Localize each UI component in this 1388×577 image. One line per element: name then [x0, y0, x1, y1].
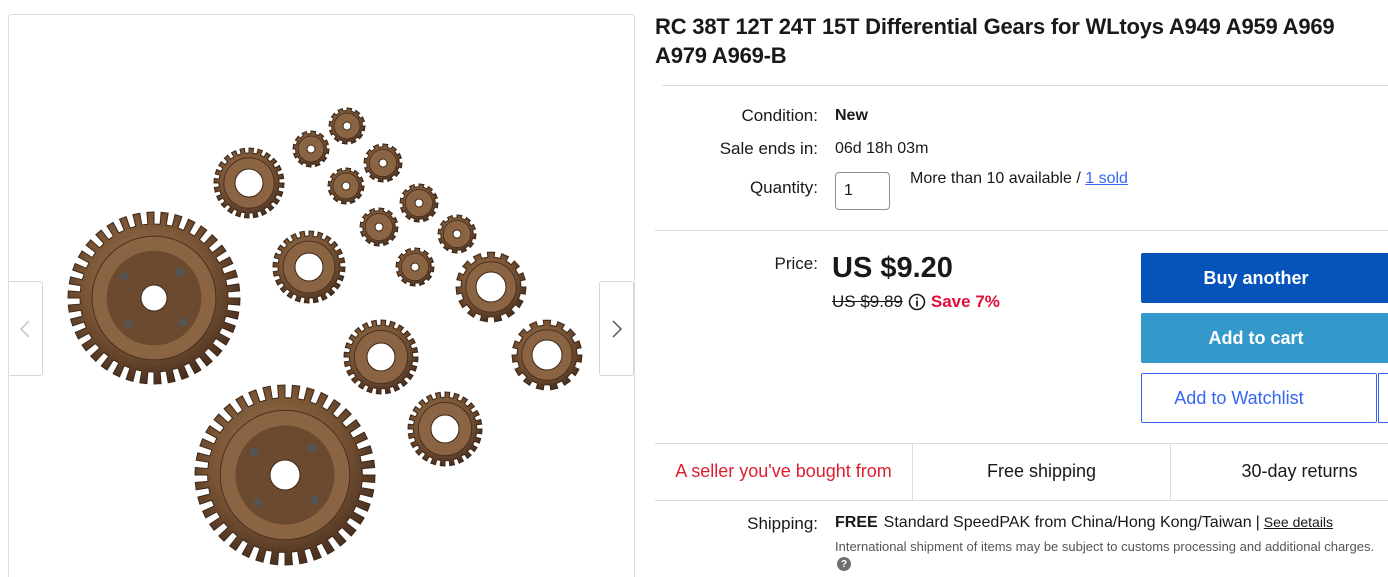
chevron-left-icon	[19, 319, 30, 338]
quantity-label: Quantity:	[749, 178, 818, 197]
info-icon[interactable]	[908, 293, 926, 311]
condition-value: New	[835, 107, 868, 124]
next-image-button[interactable]	[599, 281, 634, 376]
gear-shape	[414, 198, 424, 208]
was-price: US $9.89	[832, 292, 903, 311]
was-price-row: US $9.89 Save 7%	[832, 292, 1000, 312]
gear-shape	[310, 495, 320, 505]
gear-shape	[123, 319, 133, 329]
gear-shape	[378, 158, 388, 168]
condition-label: Condition:	[741, 106, 818, 125]
shipping-free: FREE	[835, 514, 878, 531]
price: US $9.20	[832, 252, 953, 284]
gear-shape	[140, 284, 168, 312]
highlight-free-shipping: Free shipping	[912, 443, 1170, 500]
gear-shape	[175, 267, 185, 277]
divider	[655, 500, 1388, 501]
listing-title: RC 38T 12T 24T 15T Differential Gears fo…	[655, 14, 1335, 68]
gear-shape	[178, 317, 187, 327]
gear-shape	[234, 168, 264, 198]
buy-another-button[interactable]: Buy another	[1141, 253, 1388, 303]
gear-shape	[253, 497, 263, 507]
highlight-returns: 30-day returns	[1170, 443, 1388, 500]
gear-shape	[307, 443, 317, 453]
divider	[662, 85, 1388, 86]
gear-shape	[294, 252, 324, 282]
sale-ends-label: Sale ends in:	[719, 139, 818, 158]
add-to-cart-button[interactable]: Add to cart	[1141, 313, 1388, 363]
chevron-right-icon	[611, 319, 622, 338]
gear-shape	[306, 144, 316, 154]
cut-off-line	[835, 573, 1015, 577]
gear-shape	[119, 272, 129, 281]
image-gallery	[8, 14, 635, 577]
price-label: Price:	[774, 254, 818, 273]
previous-image-button[interactable]	[9, 281, 43, 376]
watchlist-dropdown-button[interactable]	[1378, 373, 1388, 423]
shipping-label: Shipping:	[747, 514, 818, 533]
highlight-seller: A seller you've bought from	[675, 461, 892, 481]
gear-shape	[475, 271, 507, 303]
sale-ends-value: 06d 18h 03m	[835, 140, 929, 157]
product-image[interactable]	[9, 15, 635, 577]
divider	[655, 230, 1388, 231]
availability-text: More than 10 available /	[910, 170, 1086, 187]
see-details-link[interactable]: See details	[1264, 514, 1333, 530]
shipping-service: Standard SpeedPAK from China/Hong Kong/T…	[883, 514, 1252, 531]
gear-shape	[366, 342, 396, 372]
gear-shape	[531, 339, 563, 371]
gear-shape	[374, 222, 384, 232]
gear-shape	[341, 181, 351, 191]
gear-shape	[342, 121, 352, 131]
gear-shape	[410, 262, 420, 272]
quantity-input[interactable]	[835, 172, 890, 210]
sold-link[interactable]: 1 sold	[1085, 170, 1128, 187]
save-percent: Save 7%	[930, 292, 1000, 311]
add-to-watchlist-button[interactable]: Add to Watchlist	[1141, 373, 1377, 423]
shipping-separator: |	[1255, 514, 1260, 531]
help-icon[interactable]: ?	[837, 557, 851, 571]
availability: More than 10 available / 1 sold	[910, 170, 1128, 188]
gear-shape	[452, 229, 462, 239]
shipping-details: FREE Standard SpeedPAK from China/Hong Ko…	[835, 514, 1333, 532]
gear-shape	[249, 448, 258, 457]
gear-shape	[430, 414, 460, 444]
shipping-note: International shipment of items may be s…	[835, 539, 1375, 554]
gear-shape	[269, 459, 301, 491]
